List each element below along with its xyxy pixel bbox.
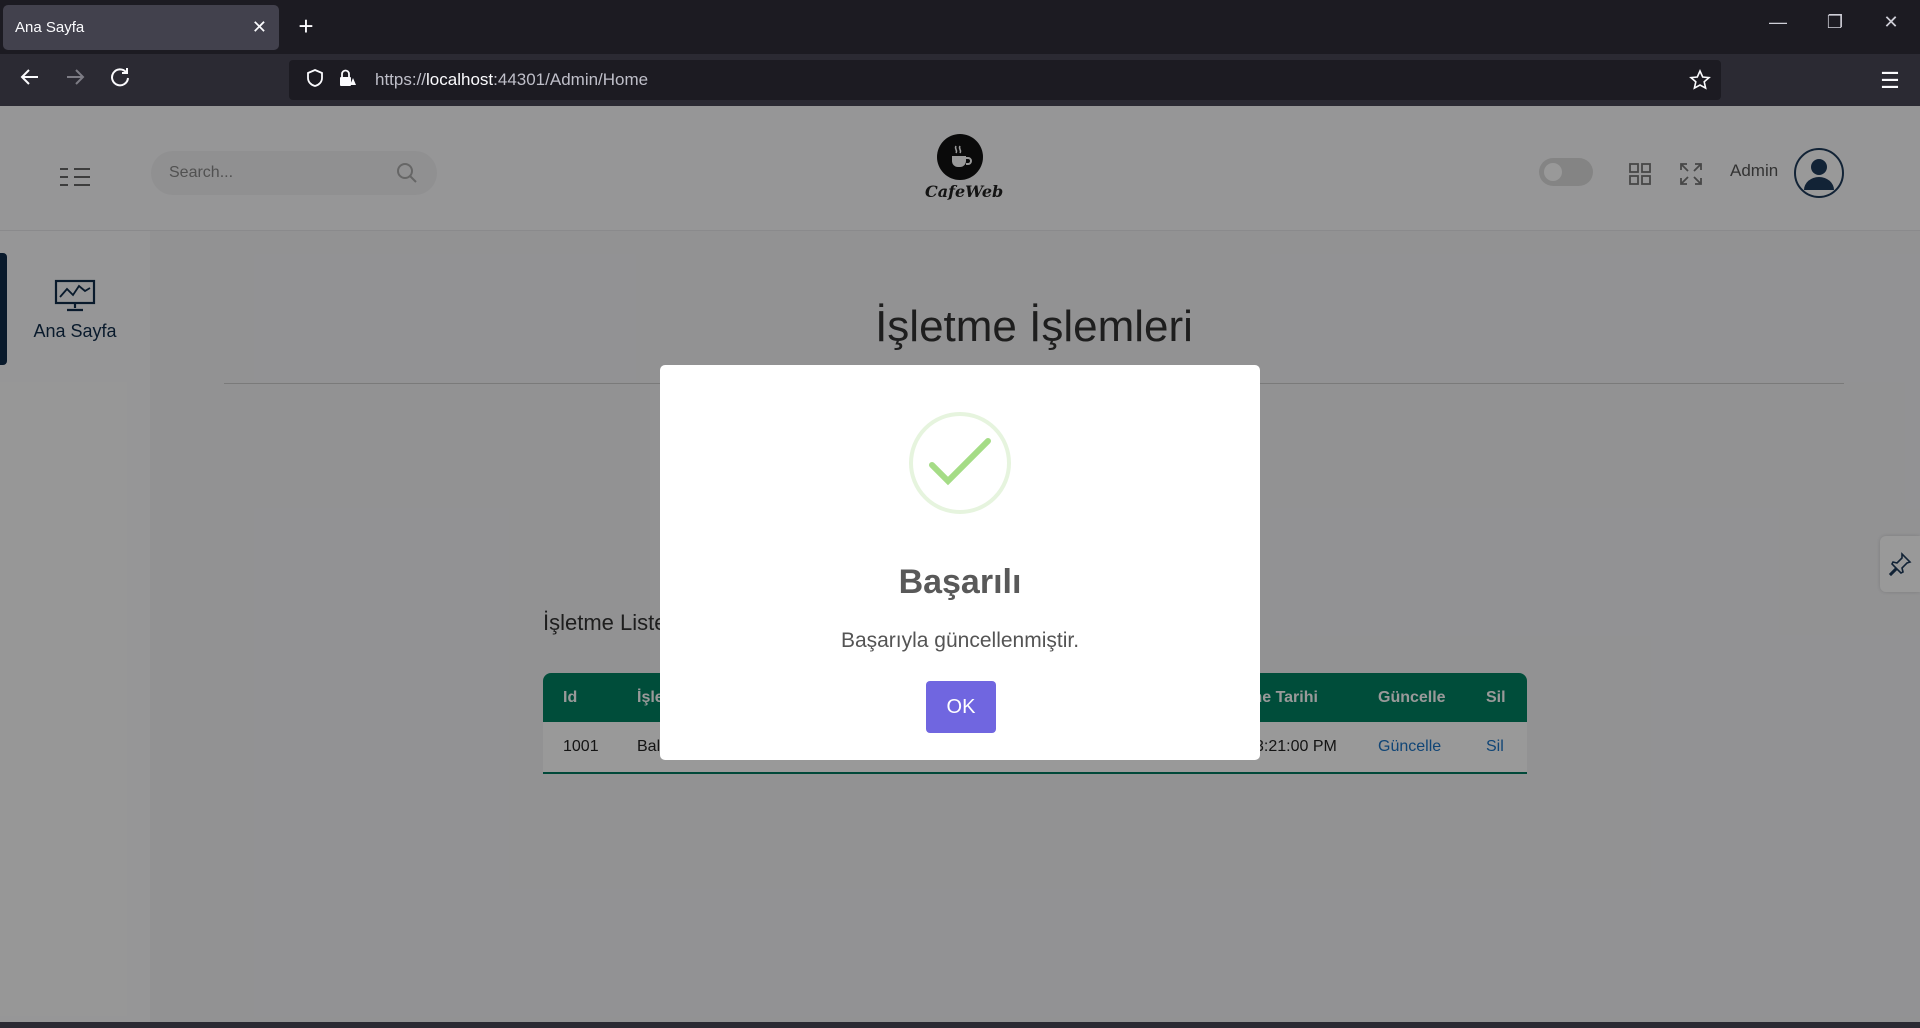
bookmark-star-icon[interactable] [1689, 69, 1711, 96]
tab-title: Ana Sayfa [15, 19, 85, 36]
ok-button[interactable]: OK [926, 681, 996, 733]
browser-navbar: https://localhost:44301/Admin/Home ☰ [0, 54, 1920, 106]
shield-icon[interactable] [305, 68, 327, 93]
close-tab-icon[interactable]: ✕ [252, 17, 267, 38]
browser-tabbar: Ana Sayfa ✕ + — ❐ ✕ [0, 0, 1920, 54]
back-icon[interactable] [15, 66, 45, 96]
browser-tab[interactable]: Ana Sayfa ✕ [3, 5, 279, 50]
reload-icon[interactable] [105, 66, 135, 96]
minimize-icon[interactable]: — [1763, 12, 1793, 33]
url-text: https://localhost:44301/Admin/Home [375, 70, 649, 89]
success-check-icon [908, 411, 1012, 515]
dialog-message: Başarıyla güncellenmiştir. [840, 629, 1080, 652]
success-dialog: Başarılı Başarıyla güncellenmiştir. OK [660, 365, 1260, 760]
browser-menu-icon[interactable]: ☰ [1875, 66, 1905, 96]
new-tab-icon[interactable]: + [292, 12, 320, 40]
forward-icon[interactable] [60, 66, 90, 96]
url-bar[interactable]: https://localhost:44301/Admin/Home [289, 60, 1721, 100]
page: Search... CafeWeb Admin Ana Sayfa İşletm… [0, 106, 1920, 1022]
lock-warning-icon[interactable] [337, 68, 359, 93]
dialog-title: Başarılı [898, 563, 1022, 601]
restore-icon[interactable]: ❐ [1820, 12, 1850, 33]
bottom-strip [0, 1022, 1920, 1028]
close-window-icon[interactable]: ✕ [1876, 12, 1906, 33]
